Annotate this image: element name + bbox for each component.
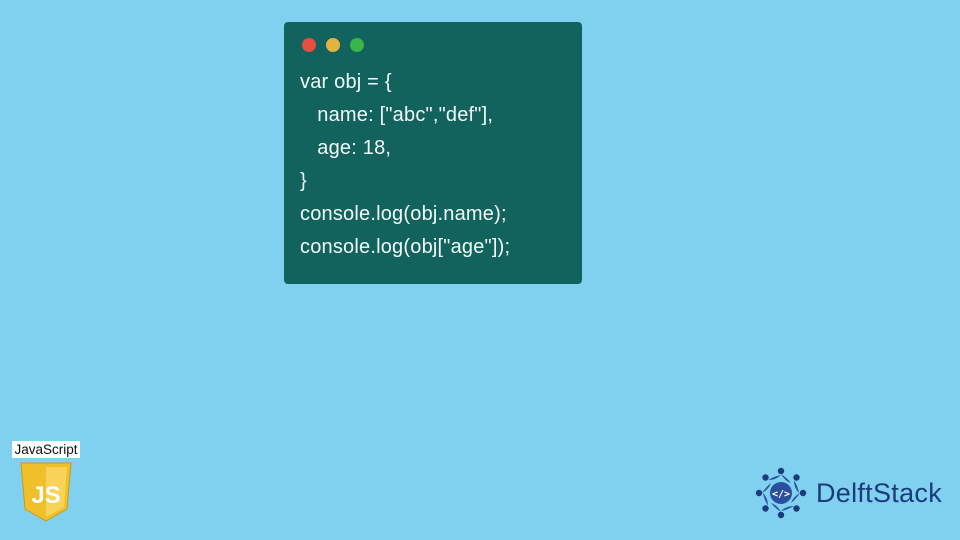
code-block: var obj = { name: ["abc","def"], age: 18… — [300, 66, 566, 264]
code-window: var obj = { name: ["abc","def"], age: 18… — [284, 22, 582, 284]
javascript-shield-icon: JS — [18, 461, 74, 523]
window-controls — [300, 38, 566, 52]
brand-name: DelftStack — [816, 478, 942, 509]
close-dot-icon — [302, 38, 316, 52]
javascript-badge: JavaScript JS — [10, 441, 82, 528]
delftstack-logo-icon: </> — [754, 466, 808, 520]
js-shield-text: JS — [31, 482, 60, 509]
minimize-dot-icon — [326, 38, 340, 52]
svg-text:</>: </> — [772, 489, 790, 500]
maximize-dot-icon — [350, 38, 364, 52]
javascript-label: JavaScript — [12, 441, 79, 458]
brand: </> DelftStack — [754, 466, 942, 520]
